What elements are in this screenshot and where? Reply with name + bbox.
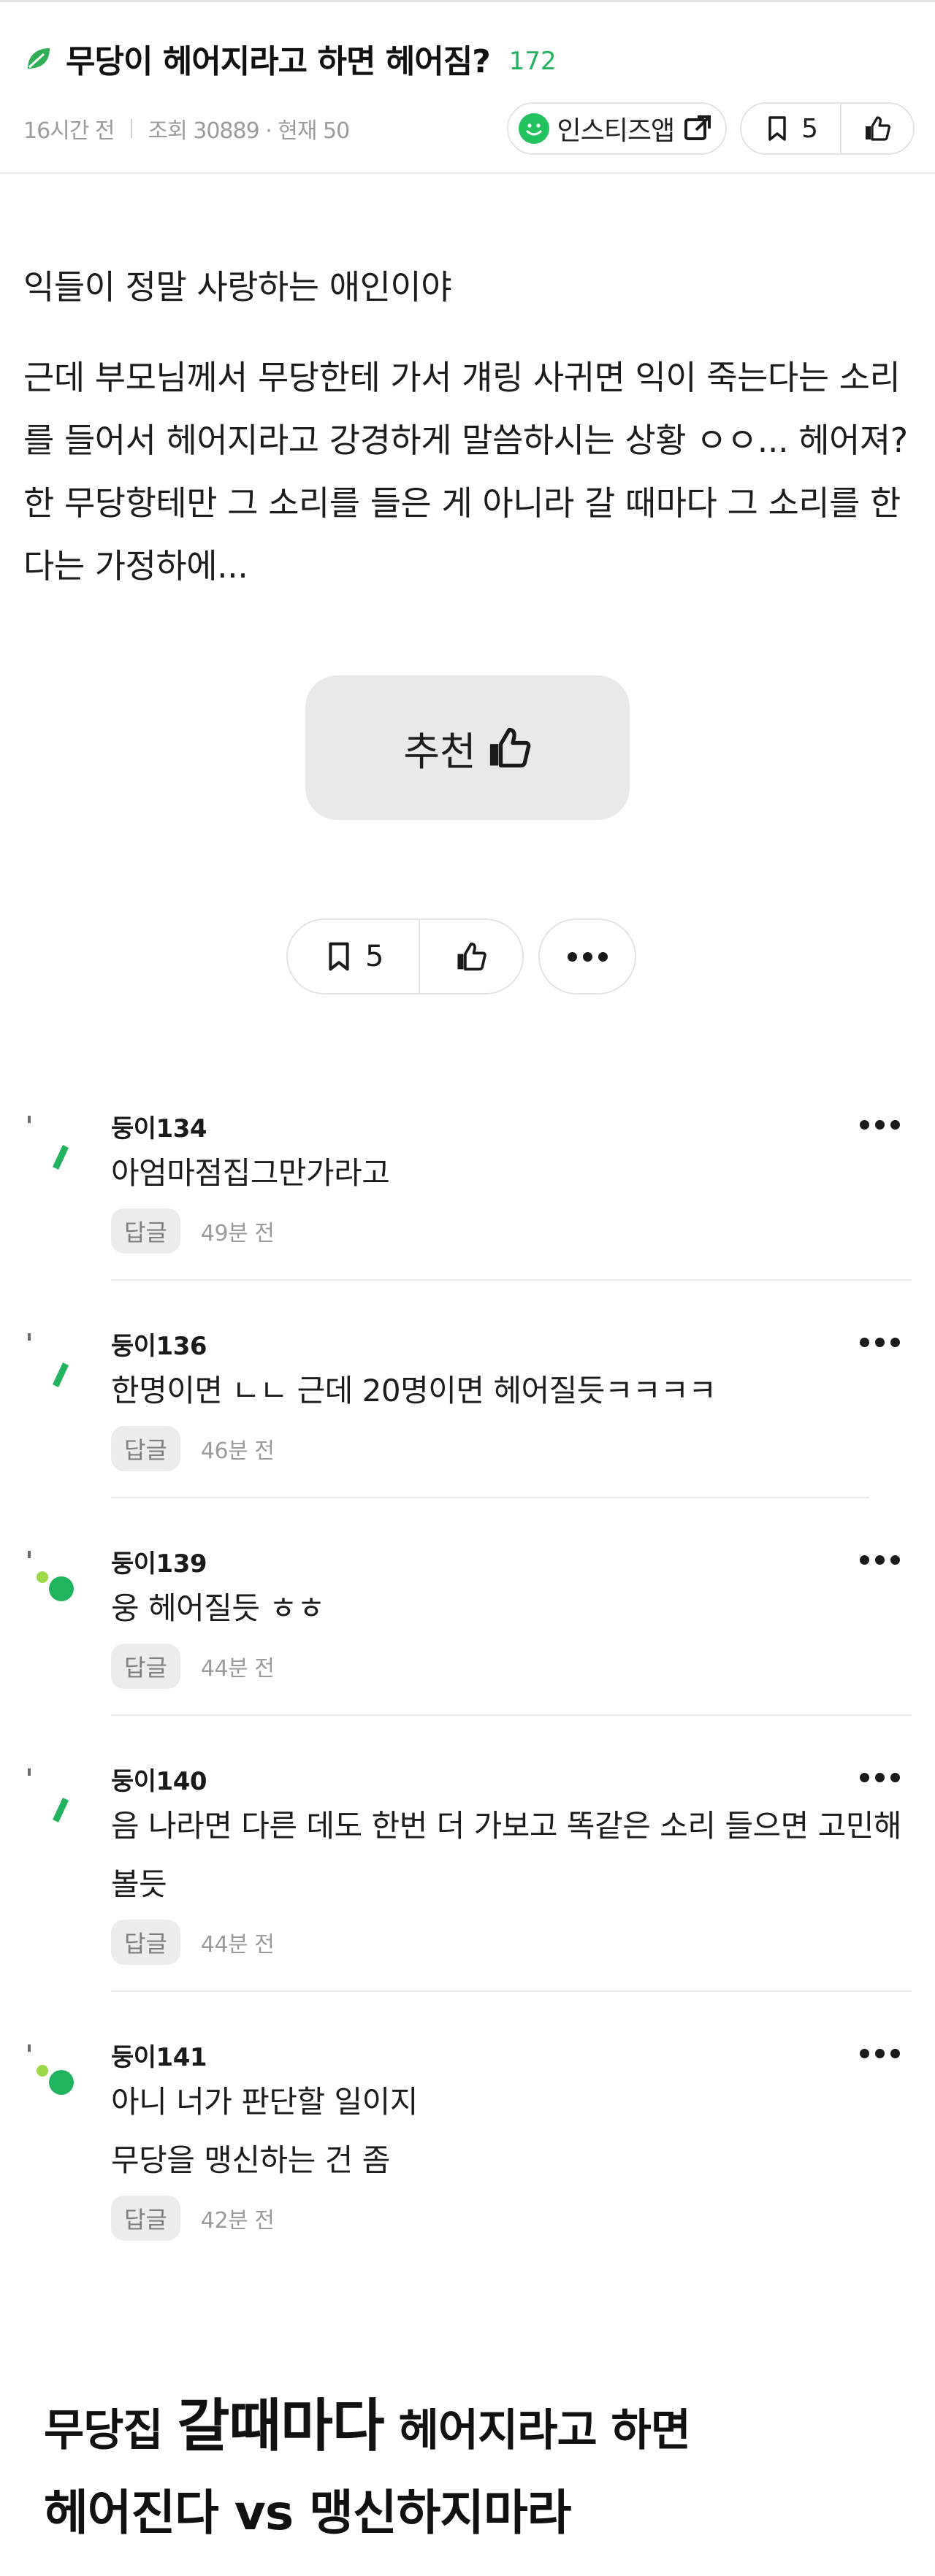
caption-line: 헤어진다 vs 맹신하지마라 xyxy=(44,2485,571,2541)
comment-author[interactable]: 둥이141 xyxy=(111,2037,907,2073)
comment-text: 한명이면 ㄴㄴ 근데 20명이면 헤어질듯ㅋㅋㅋㅋ xyxy=(111,1373,717,1408)
image-caption: 무당집 갈때마다 헤어지라고 하면 헤어진다 vs 맹신하지마라 xyxy=(44,2380,920,2544)
bottom-actions: 5 xyxy=(286,919,637,994)
reply-button[interactable]: 답글 xyxy=(111,1920,180,1965)
comment-time: 42분 전 xyxy=(200,2208,275,2234)
caption-emphasis: 갈때마다 xyxy=(177,2393,385,2459)
comment-more-button[interactable] xyxy=(850,2039,909,2068)
comment-divider xyxy=(111,1497,869,1498)
smile-icon xyxy=(519,113,550,144)
comment-author[interactable]: 둥이139 xyxy=(111,1544,907,1579)
comment-text: 음 나라면 다른 데도 한번 더 가보고 똑같은 소리 들으면 고민해볼듯 xyxy=(111,1808,902,1902)
caption-part: 무당집 xyxy=(44,2405,164,2456)
caption-part: 헤어지라고 하면 xyxy=(398,2405,691,2456)
bottom-action-pill: 5 xyxy=(286,919,524,994)
post-stats: 16시간 전 조회 30889 · 현재 50 xyxy=(23,112,351,145)
comment-item: 둥이134 아엄마점집그만가라고 답글 49분 전 xyxy=(0,1073,935,1281)
comment-author[interactable]: 둥이136 xyxy=(111,1326,907,1362)
post-views: 조회 30889 · 현재 50 xyxy=(148,118,351,144)
leaf-icon xyxy=(28,1116,69,1170)
comment-time: 44분 전 xyxy=(200,1656,275,1682)
comment-more-button[interactable] xyxy=(850,1110,909,1139)
top-border xyxy=(0,0,935,7)
comment-divider xyxy=(111,1990,912,1992)
comment-text: 아엄마점집그만가라고 xyxy=(111,1155,390,1191)
post-meta: 16시간 전 조회 30889 · 현재 50 인스티즈앱 5 xyxy=(23,102,915,155)
header-divider xyxy=(0,172,935,174)
like-button[interactable] xyxy=(419,920,522,993)
leaf-icon xyxy=(28,1768,69,1822)
instiz-app-button[interactable]: 인스티즈앱 xyxy=(507,102,728,155)
comment-text: 웅 헤어질듯 ㅎㅎ xyxy=(111,1590,325,1626)
post-header: 무당이 헤어지라고 하면 헤어짐? 172 xyxy=(23,32,557,85)
comment-text: 아니 너가 판단할 일이지 무당을 맹신하는 건 좀 xyxy=(111,2084,418,2178)
post-actions: 5 xyxy=(740,102,915,155)
comment-author[interactable]: 둥이134 xyxy=(111,1108,907,1144)
bookmark-icon xyxy=(329,942,349,971)
comment-divider xyxy=(111,1279,912,1281)
comment-time: 46분 전 xyxy=(200,1438,275,1464)
more-icon xyxy=(859,1119,900,1130)
comment-time: 44분 전 xyxy=(200,1932,275,1958)
leaf-icon xyxy=(28,48,50,69)
reply-button[interactable]: 답글 xyxy=(111,1426,180,1471)
comment-item: 둥이136 한명이면 ㄴㄴ 근데 20명이면 헤어질듯ㅋㅋㅋㅋ 답글 46분 전 xyxy=(0,1291,935,1499)
reply-button[interactable]: 답글 xyxy=(111,1644,180,1689)
leaf-icon xyxy=(28,1333,69,1387)
post-title[interactable]: 무당이 헤어지라고 하면 헤어짐? xyxy=(66,35,491,82)
comment-divider xyxy=(111,1714,912,1716)
thumbs-up-icon xyxy=(866,116,890,141)
thumbs-up-icon xyxy=(489,727,531,768)
bookmark-button[interactable]: 5 xyxy=(741,104,840,153)
reply-button[interactable]: 답글 xyxy=(111,2196,180,2241)
sprout-icon xyxy=(28,2044,74,2095)
comment-author[interactable]: 둥이140 xyxy=(111,1761,907,1797)
comment-item: 둥이140 음 나라면 다른 데도 한번 더 가보고 똑같은 소리 들으면 고민… xyxy=(0,1726,935,1993)
external-link-icon xyxy=(684,115,711,140)
post-paragraph: 익들이 정말 사랑하는 애인이야 xyxy=(23,267,452,307)
comment-more-button[interactable] xyxy=(850,1327,909,1357)
comment-more-button[interactable] xyxy=(850,1763,909,1792)
bookmark-count: 5 xyxy=(801,113,818,144)
comment-time: 49분 전 xyxy=(200,1221,275,1246)
sprout-icon xyxy=(28,1551,74,1601)
bookmark-count: 5 xyxy=(365,940,384,973)
meta-separator xyxy=(130,119,132,138)
more-icon xyxy=(859,1772,900,1782)
like-button[interactable] xyxy=(840,104,913,153)
comment-item: 둥이139 웅 헤어질듯 ㅎㅎ 답글 44분 전 xyxy=(0,1509,935,1717)
comment-count[interactable]: 172 xyxy=(509,47,557,76)
post-time: 16시간 전 xyxy=(23,118,115,144)
more-icon xyxy=(859,2048,900,2058)
comment-item: 둥이141 아니 너가 판단할 일이지 무당을 맹신하는 건 좀 답글 42분 … xyxy=(0,2002,935,2269)
comment-more-button[interactable] xyxy=(850,1545,909,1574)
more-icon xyxy=(567,951,608,962)
thumbs-up-icon xyxy=(457,942,487,971)
reply-button[interactable]: 답글 xyxy=(111,1208,180,1254)
recommend-button[interactable]: 추천 xyxy=(305,675,630,820)
bookmark-icon xyxy=(768,116,786,141)
bookmark-button[interactable]: 5 xyxy=(288,920,419,993)
more-icon xyxy=(859,1337,900,1347)
more-icon xyxy=(859,1555,900,1565)
instiz-app-label: 인스티즈앱 xyxy=(557,116,675,146)
post-paragraph: 근데 부모님께서 무당한테 가서 걔링 사귀면 익이 죽는다는 소리를 들어서 … xyxy=(23,358,908,586)
post-body: 익들이 정말 사랑하는 애인이야 근데 부모님께서 무당한테 가서 걔링 사귀면… xyxy=(23,256,911,625)
recommend-label: 추천 xyxy=(403,728,476,775)
more-options-button[interactable] xyxy=(538,919,637,994)
